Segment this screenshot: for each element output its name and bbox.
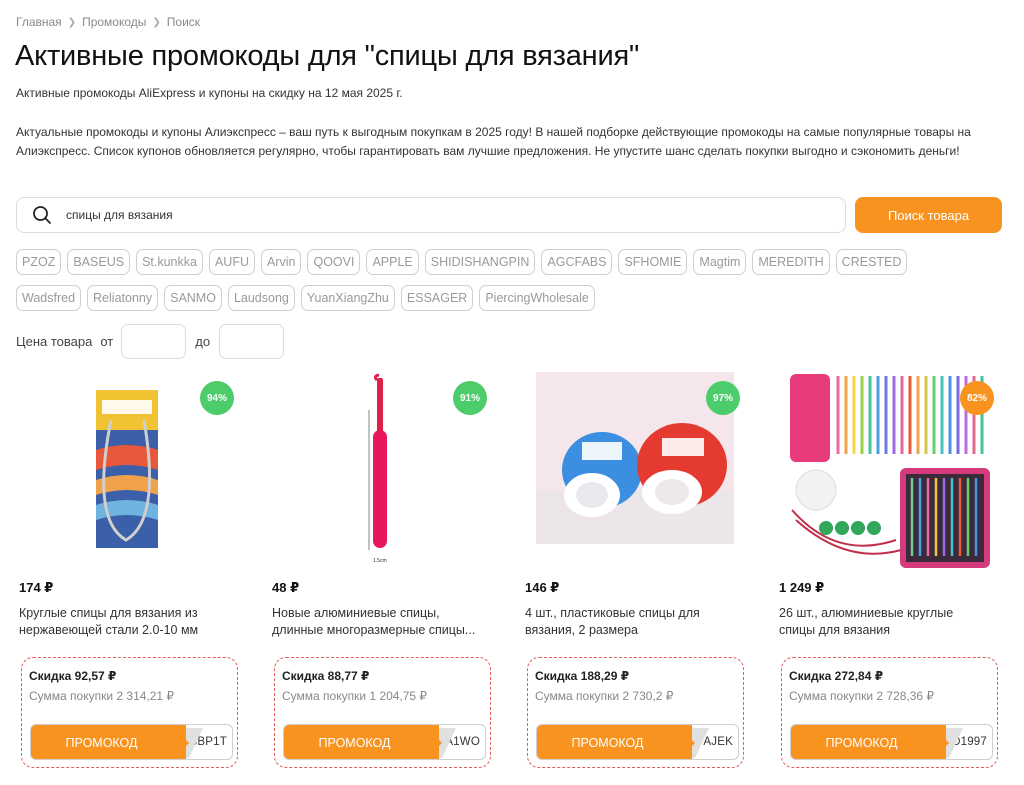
promo-discount: Скидка 92,57 ₽: [29, 669, 117, 683]
brand-tag[interactable]: SANMO: [164, 285, 222, 311]
price-to-input[interactable]: [219, 324, 285, 359]
discount-percent-badge: 82%: [960, 381, 994, 415]
brand-tag[interactable]: St.kunkka: [136, 249, 203, 275]
promo-min-sum: Сумма покупки 2 728,36 ₽: [789, 689, 935, 703]
brand-tags-row-1: PZOZ BASEUS St.kunkka AUFU Arvin QOOVI A…: [16, 249, 908, 275]
promo-code-box[interactable]: QA1WO ПРОМОКОД: [283, 724, 486, 760]
brand-tag[interactable]: PZOZ: [16, 249, 62, 275]
discount-percent-badge: 97%: [706, 381, 740, 415]
brand-tag[interactable]: BASEUS: [67, 249, 131, 275]
product-title[interactable]: 4 шт., пластиковые спицы для вязания, 2 …: [525, 605, 735, 639]
brand-tag[interactable]: Magtim: [693, 249, 747, 275]
product-price: 174 ₽: [19, 580, 54, 595]
brand-tag[interactable]: SHIDISHANGPIN: [424, 249, 536, 275]
promo-block: Скидка 272,84 ₽ Сумма покупки 2 728,36 ₽…: [781, 657, 998, 768]
promo-discount: Скидка 188,29 ₽: [535, 669, 630, 683]
brand-tag[interactable]: YuanXiangZhu: [300, 285, 395, 311]
promo-code-box[interactable]: F7AJEK ПРОМОКОД: [536, 724, 739, 760]
fold-arrow: [424, 725, 442, 759]
promo-code-box[interactable]: PD1997 ПРОМОКОД: [790, 724, 993, 760]
brand-tag[interactable]: QOOVI: [307, 249, 361, 275]
product-title[interactable]: 26 шт., алюминиевые круглые спицы для вя…: [779, 605, 989, 639]
promo-block: Скидка 92,57 ₽ Сумма покупки 2 314,21 ₽ …: [21, 657, 238, 768]
fold-arrow: [171, 725, 189, 759]
promo-block: Скидка 188,29 ₽ Сумма покупки 2 730,2 ₽ …: [527, 657, 744, 768]
discount-percent-badge: 94%: [200, 381, 234, 415]
product-title[interactable]: Круглые спицы для вязания из нержавеющей…: [19, 605, 229, 639]
promo-min-sum: Сумма покупки 1 204,75 ₽: [282, 689, 428, 703]
price-filter: Цена товара от до: [16, 324, 285, 359]
price-to-label: до: [195, 334, 211, 349]
chevron-right-icon: ❯: [152, 16, 161, 28]
breadcrumb: Главная ❯ Промокоды ❯ Поиск: [16, 15, 200, 29]
show-promo-button[interactable]: ПРОМОКОД: [791, 725, 946, 759]
product-card[interactable]: 94% 174 ₽ Круглые спицы для вязания из н…: [16, 370, 238, 770]
price-filter-label: Цена товара: [16, 334, 93, 349]
brand-tag[interactable]: SFHOMIE: [618, 249, 688, 275]
breadcrumb-home[interactable]: Главная: [16, 15, 62, 29]
breadcrumb-promocodes[interactable]: Промокоды: [82, 15, 146, 29]
show-promo-button[interactable]: ПРОМОКОД: [31, 725, 186, 759]
brand-tag[interactable]: CRESTED: [835, 249, 908, 275]
product-card[interactable]: 97% 146 ₽ 4 шт., пластиковые спицы для в…: [522, 370, 744, 770]
product-price: 146 ₽: [525, 580, 560, 595]
promo-min-sum: Сумма покупки 2 730,2 ₽: [535, 689, 674, 703]
brand-tag[interactable]: AGCFABS: [541, 249, 613, 275]
brand-tag[interactable]: PiercingWholesale: [479, 285, 595, 311]
search-button[interactable]: Поиск товара: [855, 197, 1002, 233]
product-price: 48 ₽: [272, 580, 300, 595]
promo-discount: Скидка 272,84 ₽: [789, 669, 884, 683]
fold-arrow: [931, 725, 949, 759]
brand-tag[interactable]: Wadsfred: [16, 285, 82, 311]
promo-block: Скидка 88,77 ₽ Сумма покупки 1 204,75 ₽ …: [274, 657, 491, 768]
page-description: Актуальные промокоды и купоны Алиэкспрес…: [16, 125, 971, 158]
search-icon: [33, 206, 51, 224]
page-subtitle: Активные промокоды AliExpress и купоны н…: [16, 86, 403, 100]
brand-tag[interactable]: AUFU: [208, 249, 255, 275]
show-promo-button[interactable]: ПРОМОКОД: [284, 725, 439, 759]
brand-tag[interactable]: ESSAGER: [400, 285, 474, 311]
brand-tag[interactable]: Laudsong: [227, 285, 295, 311]
product-card[interactable]: 82% 1 249 ₽ 26 шт., алюминиевые круглые …: [776, 370, 998, 770]
product-card[interactable]: 1.5cm 91% 48 ₽ Новые алюминиевые спицы, …: [269, 370, 491, 770]
svg-text:1.5cm: 1.5cm: [373, 558, 387, 564]
page-title: Активные промокоды для "спицы для вязани…: [15, 40, 640, 72]
product-price: 1 249 ₽: [779, 580, 825, 595]
show-promo-button[interactable]: ПРОМОКОД: [537, 725, 692, 759]
product-title[interactable]: Новые алюминиевые спицы, длинные многора…: [272, 605, 482, 639]
breadcrumb-search: Поиск: [166, 15, 201, 29]
brand-tag[interactable]: Arvin: [260, 249, 302, 275]
search-box: [16, 197, 846, 233]
price-from-input[interactable]: [121, 324, 187, 359]
brand-tag[interactable]: MEREDITH: [752, 249, 830, 275]
search-input[interactable]: [66, 208, 766, 222]
promo-code-box[interactable]: 5BBP1T ПРОМОКОД: [30, 724, 233, 760]
promo-min-sum: Сумма покупки 2 314,21 ₽: [29, 689, 175, 703]
chevron-right-icon: ❯: [67, 16, 77, 28]
brand-tags-row-2: Wadsfred Reliatonny SANMO Laudsong YuanX…: [16, 285, 595, 311]
promo-discount: Скидка 88,77 ₽: [282, 669, 370, 683]
price-from-label: от: [100, 334, 114, 349]
brand-tag[interactable]: Reliatonny: [87, 285, 159, 311]
discount-percent-badge: 91%: [453, 381, 487, 415]
brand-tag[interactable]: APPLE: [366, 249, 419, 275]
fold-arrow: [677, 725, 695, 759]
